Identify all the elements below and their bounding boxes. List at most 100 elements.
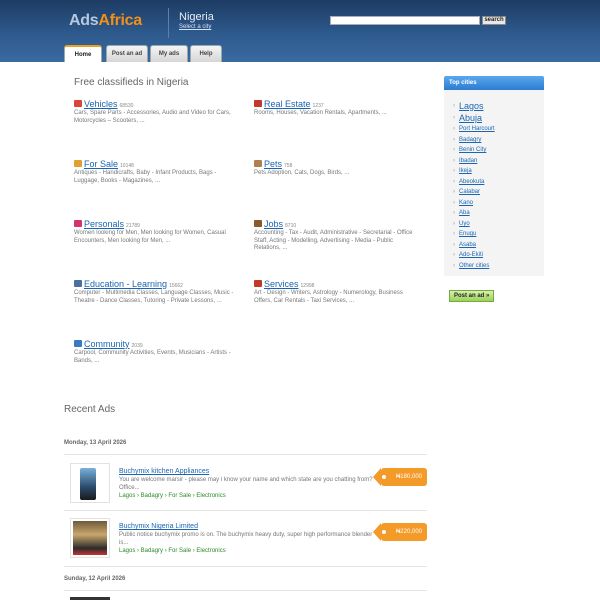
city-link[interactable]: Kano xyxy=(459,200,473,206)
price-tag: ₦180,000 xyxy=(373,468,427,486)
city-link[interactable]: Ado-Ekiti xyxy=(459,252,483,258)
header: AdsAfrica Nigeria Select a city search H… xyxy=(0,0,600,62)
tab-help[interactable]: Help xyxy=(190,45,222,62)
tab-post-an-ad[interactable]: Post an ad xyxy=(106,45,148,62)
ad-title-link[interactable]: Buchymix Nigeria Limited xyxy=(119,523,198,530)
select-city-link[interactable]: Select a city xyxy=(179,24,211,30)
city-item: › Abuja xyxy=(453,112,495,124)
price-tag-hole xyxy=(382,530,386,534)
category-subcategories: Antiques - Handicrafts, Baby - Infant Pr… xyxy=(74,170,217,184)
nav-tabs: Home Post an ad My ads Help xyxy=(64,45,222,62)
city-item: › Lagos xyxy=(453,100,495,112)
ad-description: Public notice buchymix promo is on. The … xyxy=(119,532,373,546)
top-cities-title: Top cities xyxy=(444,76,544,90)
city-item: › Kano xyxy=(453,198,495,209)
category-link[interactable]: Vehicles xyxy=(84,99,118,109)
search-button[interactable]: search xyxy=(482,16,506,25)
ad-breadcrumb[interactable]: Lagos › Badagry › For Sale › Electronics xyxy=(119,493,226,499)
category-link[interactable]: Jobs xyxy=(264,219,283,229)
city-item: › Port Harcourt xyxy=(453,124,495,135)
city-link[interactable]: Abuja xyxy=(459,113,482,123)
city-link[interactable]: Aba xyxy=(459,210,470,216)
city-item: › Asaba xyxy=(453,240,495,251)
category-heading: Jobs 8710 xyxy=(254,219,414,229)
search-input[interactable] xyxy=(330,16,480,25)
category-block: Personals 21789 Women looking for Men, Men… xyxy=(74,219,234,245)
divider xyxy=(64,590,427,591)
city-link[interactable]: Abeokuta xyxy=(459,179,484,185)
city-link[interactable]: Calabar xyxy=(459,189,480,195)
category-block: For Sale 10148 Antiques - Handicrafts, Bab… xyxy=(74,159,234,185)
city-item: › Ikeja xyxy=(453,166,495,177)
book-icon xyxy=(74,280,82,287)
category-link[interactable]: Services xyxy=(264,279,299,289)
price-tag: ₦220,000 xyxy=(373,523,427,541)
city-link[interactable]: Lagos xyxy=(459,101,484,111)
city-link[interactable]: Ikeja xyxy=(459,168,472,174)
people-icon xyxy=(74,340,82,347)
ad-breadcrumb[interactable]: Lagos › Badagry › For Sale › Electronics xyxy=(119,548,226,554)
divider xyxy=(64,510,427,511)
city-item: › Badagry xyxy=(453,135,495,146)
city-link[interactable]: Asaba xyxy=(459,242,476,248)
category-link[interactable]: Personals xyxy=(84,219,124,229)
heart-icon xyxy=(74,220,82,227)
category-subcategories: Pets Adoption, Cats, Dogs, Birds, ... xyxy=(254,170,350,176)
tag-icon xyxy=(74,160,82,167)
tab-my-ads[interactable]: My ads xyxy=(150,45,188,62)
ad-description: You are welcome marsir - please may i kn… xyxy=(119,477,373,491)
category-subcategories: Rooms, Houses, Vacation Rentals, Apartme… xyxy=(254,110,387,116)
city-item: › Aba xyxy=(453,208,495,219)
category-subcategories: Women looking for Men, Men looking for W… xyxy=(74,230,226,244)
tab-home[interactable]: Home xyxy=(64,45,102,62)
logo-ads-text: Ads xyxy=(69,12,99,29)
category-heading: Real Estate 1237 xyxy=(254,99,414,109)
category-block: Community 2039 Carpool, Community Activiti… xyxy=(74,339,234,365)
ad-title-link[interactable]: Buchymix kitchen Appliances xyxy=(119,468,209,475)
paw-icon xyxy=(254,160,262,167)
logo-divider xyxy=(168,8,169,38)
category-block: Education - Learning 15662 Computer - Mult… xyxy=(74,279,234,305)
ad-image xyxy=(80,468,96,500)
ad-thumbnail[interactable] xyxy=(70,463,110,503)
city-link[interactable]: Other cities xyxy=(459,263,489,269)
category-link[interactable]: For Sale xyxy=(84,159,118,169)
city-item: › Ado-Ekiti xyxy=(453,250,495,261)
post-ad-button[interactable]: Post an ad » xyxy=(449,290,495,302)
city-link[interactable]: Benin City xyxy=(459,147,486,153)
city-link[interactable]: Badagry xyxy=(459,137,481,143)
city-link[interactable]: Enugu xyxy=(459,231,476,237)
top-cities-panel: Top cities › Lagos › Abuja › Port Harcourt › Ba… xyxy=(444,76,544,276)
city-item: › Benin City xyxy=(453,145,495,156)
category-heading: Personals 21789 xyxy=(74,219,234,229)
divider xyxy=(64,566,427,567)
category-heading: Pets 758 xyxy=(254,159,414,169)
house-icon xyxy=(254,100,262,107)
page-title: Free classifieds in Nigeria xyxy=(74,77,189,88)
category-subcategories: Cars, Spare Parts - Accessories, Audio a… xyxy=(74,110,231,124)
logo-africa-text: Africa xyxy=(98,12,142,29)
recent-ads-title: Recent Ads xyxy=(64,404,116,415)
category-link[interactable]: Pets xyxy=(264,159,282,169)
ad-thumbnail[interactable] xyxy=(70,518,110,558)
date-heading: Sunday, 12 April 2026 xyxy=(64,576,126,582)
city-link[interactable]: Port Harcourt xyxy=(459,126,495,132)
city-item: › Enugu xyxy=(453,229,495,240)
logo[interactable]: AdsAfrica xyxy=(69,12,142,30)
city-link[interactable]: Uyo xyxy=(459,221,470,227)
category-count: 15662 xyxy=(169,283,183,289)
city-item: › Abeokuta xyxy=(453,177,495,188)
category-heading: Services 12998 xyxy=(254,279,414,289)
category-subcategories: Computer - Multimedia Classes, Language … xyxy=(74,290,234,304)
category-link[interactable]: Community xyxy=(84,339,130,349)
category-block: Jobs 8710 Accounting - Tax - Audit, Admini… xyxy=(254,219,414,253)
category-block: Real Estate 1237 Rooms, Houses, Vacation R… xyxy=(254,99,414,118)
category-heading: Vehicles 68530 xyxy=(74,99,234,109)
category-subcategories: Carpool, Community Activities, Events, M… xyxy=(74,350,231,364)
category-heading: Community 2039 xyxy=(74,339,234,349)
city-link[interactable]: Ibadan xyxy=(459,158,477,164)
category-link[interactable]: Education - Learning xyxy=(84,279,167,289)
date-heading: Monday, 13 April 2026 xyxy=(64,440,127,446)
category-link[interactable]: Real Estate xyxy=(264,99,311,109)
category-block: Services 12998 Art - Design - Writers, Ast… xyxy=(254,279,414,305)
